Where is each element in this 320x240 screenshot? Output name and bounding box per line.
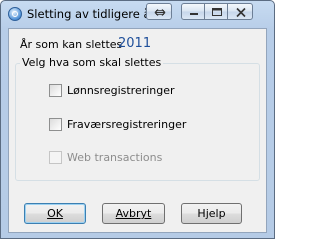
help-button[interactable]: Hjelp bbox=[181, 203, 242, 224]
maximize-icon bbox=[212, 8, 222, 16]
cancel-button-label: Avbryt bbox=[115, 207, 152, 220]
checkbox-label: Fraværsregistreringer bbox=[67, 118, 187, 131]
close-icon bbox=[236, 7, 246, 18]
swap-arrows-icon bbox=[154, 9, 166, 16]
checkbox bbox=[49, 151, 62, 164]
ok-button-label: OK bbox=[47, 207, 63, 220]
close-button[interactable] bbox=[227, 3, 253, 20]
checkbox[interactable] bbox=[49, 84, 62, 97]
window-title: Sletting av tidligere år bbox=[27, 7, 156, 21]
checkbox-label: Web transactions bbox=[67, 151, 163, 164]
checkbox-label: Lønnsregistreringer bbox=[67, 84, 175, 97]
swap-button[interactable] bbox=[146, 3, 172, 20]
help-button-label: Hjelp bbox=[197, 207, 226, 220]
options-group-label: Velg hva som skal slettes bbox=[20, 56, 164, 69]
minimize-icon bbox=[190, 13, 198, 15]
minimize-button[interactable] bbox=[181, 3, 205, 20]
year-value: 2011 bbox=[118, 36, 152, 51]
title-bar[interactable]: Sletting av tidligere år bbox=[1, 1, 274, 27]
ok-button[interactable]: OK bbox=[24, 203, 86, 224]
cancel-button[interactable]: Avbryt bbox=[102, 203, 165, 224]
maximize-button[interactable] bbox=[204, 3, 228, 20]
dialog-window: Sletting av tidligere år År som kan slet… bbox=[0, 0, 275, 239]
year-label: År som kan slettes bbox=[20, 38, 123, 51]
app-globe-icon bbox=[8, 7, 22, 21]
checkbox[interactable] bbox=[49, 118, 62, 131]
